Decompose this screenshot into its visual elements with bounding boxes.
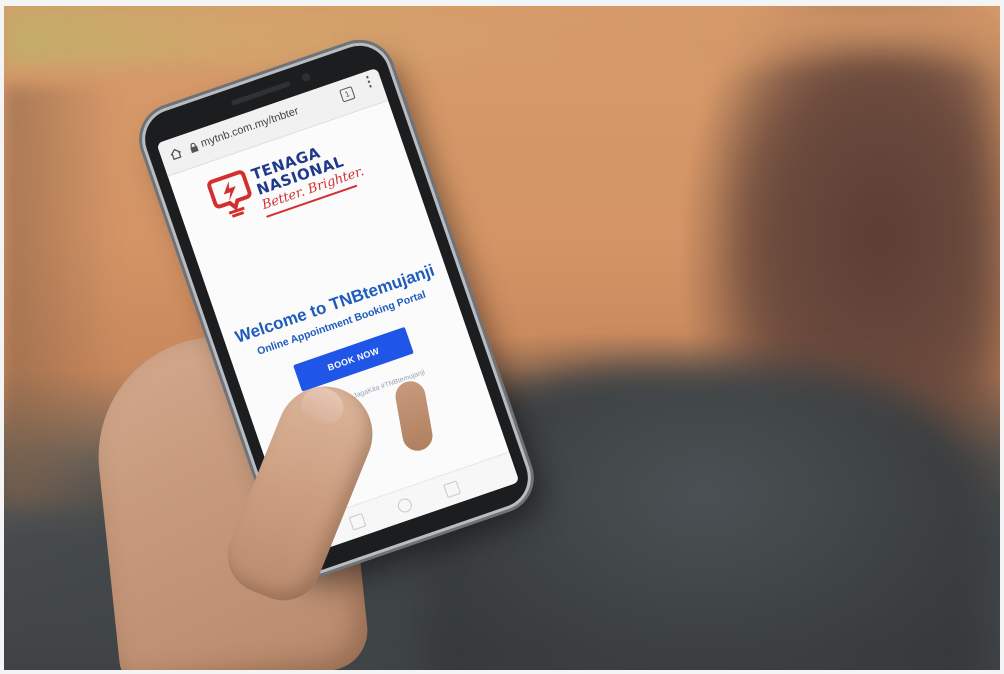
background-shade: [4, 86, 114, 506]
home-icon[interactable]: [168, 146, 183, 161]
overflow-menu-icon[interactable]: ⋮: [360, 71, 378, 96]
nav-back-icon[interactable]: [348, 512, 367, 531]
lock-icon: [190, 142, 199, 154]
url-text[interactable]: mytnb.com.my/tnbter: [199, 105, 300, 150]
tab-count-icon[interactable]: 1: [339, 86, 356, 103]
blurred-shirt: [424, 366, 984, 670]
photo-scene: mytnb.com.my/tnbter 1 ⋮ TENAGA NASIONAL …: [4, 6, 1000, 670]
nav-home-icon[interactable]: [395, 496, 414, 515]
lightning-bulb-logo-icon: [207, 170, 252, 218]
nav-recent-icon[interactable]: [443, 480, 462, 499]
phone-camera: [300, 72, 312, 83]
